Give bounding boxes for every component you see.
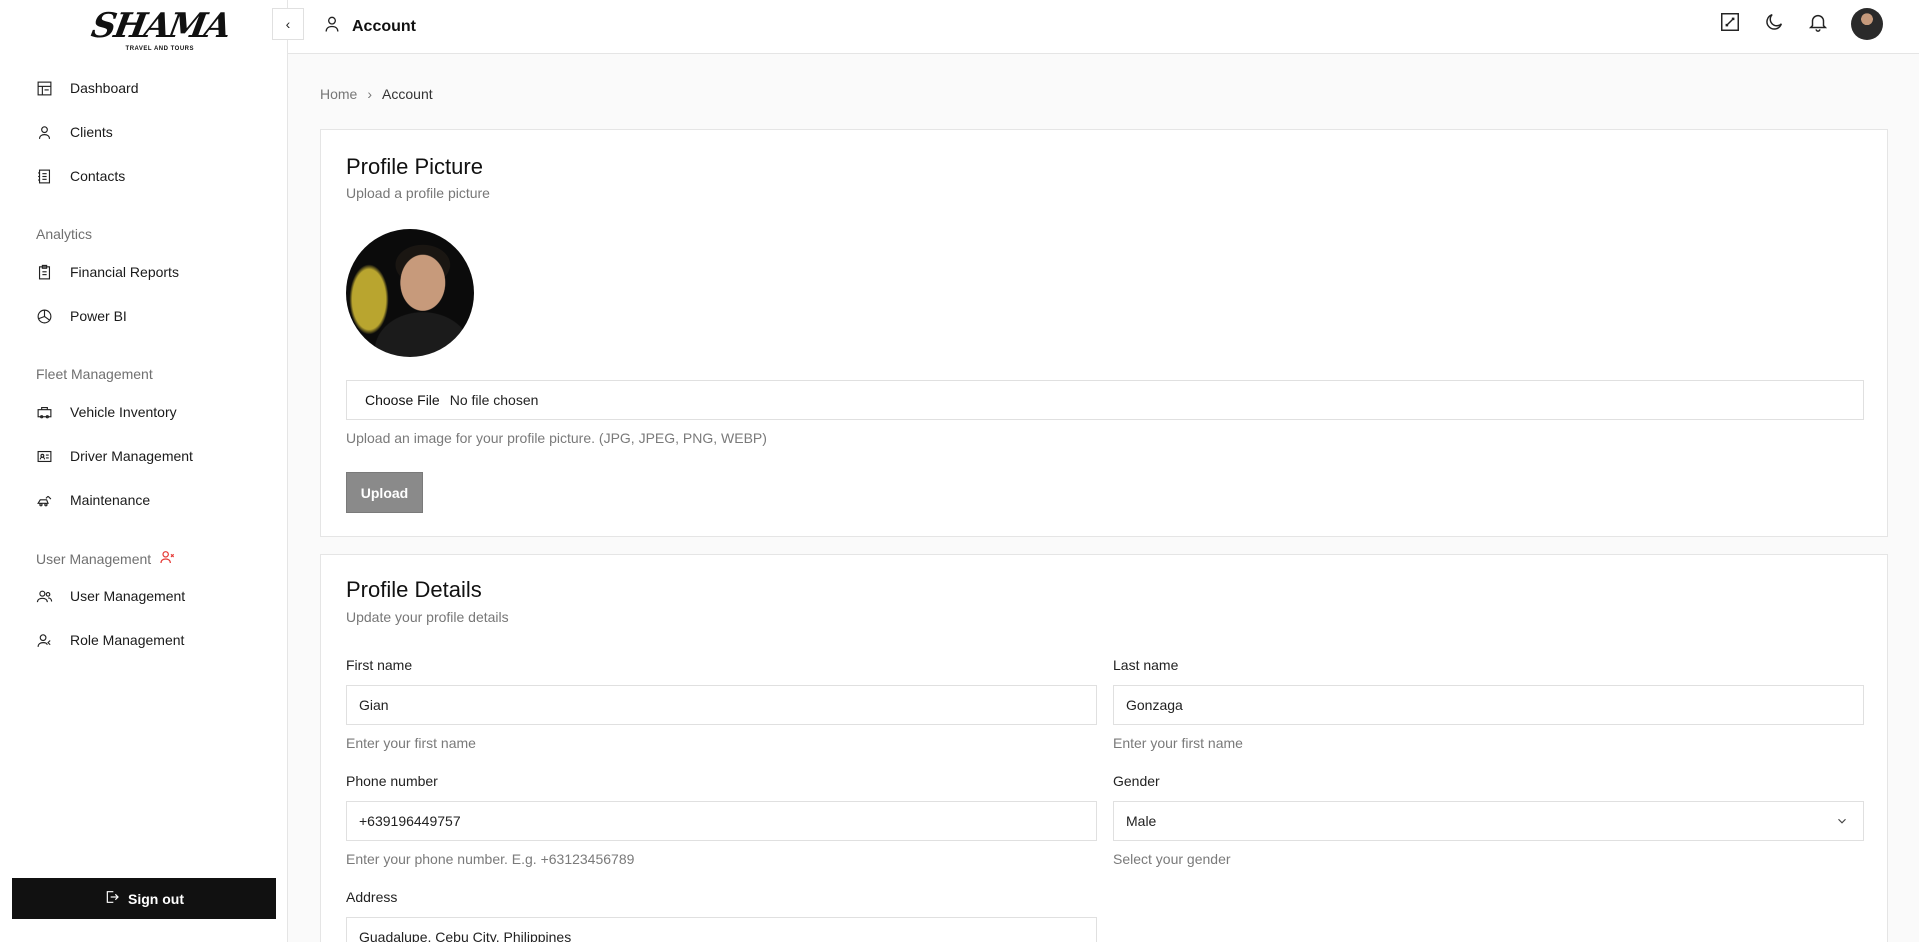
gender-label: Gender <box>1113 773 1160 789</box>
address-input[interactable] <box>359 929 1096 942</box>
sidebar-item-financial-reports[interactable]: Financial Reports <box>35 261 179 283</box>
card-title: Profile Details <box>346 577 482 602</box>
car-icon <box>35 403 53 421</box>
sign-out-label: Sign out <box>128 890 184 907</box>
phone-hint: Enter your phone number. E.g. +631234567… <box>346 851 635 867</box>
sidebar-item-dashboard[interactable]: Dashboard <box>35 77 139 99</box>
top-header: ‹ Account <box>272 0 1919 54</box>
sidebar-item-label: Driver Management <box>70 448 193 464</box>
file-status: No file chosen <box>449 392 539 408</box>
section-title: User Management <box>36 550 152 567</box>
sidebar-item-maintenance[interactable]: Maintenance <box>35 489 150 511</box>
brand-name: SHAMA <box>88 6 233 46</box>
card-subtitle: Update your profile details <box>346 609 509 625</box>
user-icon <box>35 123 53 141</box>
sidebar-item-power-bi[interactable]: Power BI <box>35 305 127 327</box>
first-name-hint: Enter your first name <box>346 735 476 751</box>
sidebar-item-label: User Management <box>70 588 186 604</box>
chevron-down-icon <box>1838 818 1846 824</box>
choose-file-button[interactable]: Choose File <box>365 392 440 408</box>
sidebar-item-driver-management[interactable]: Driver Management <box>35 445 193 467</box>
fullscreen-icon[interactable] <box>1719 11 1741 38</box>
last-name-hint: Enter your first name <box>1113 735 1243 751</box>
sidebar-item-label: Power BI <box>70 308 127 324</box>
section-title: Analytics <box>36 226 93 242</box>
user-avatar[interactable] <box>1851 8 1883 40</box>
phone-field[interactable] <box>346 801 1097 841</box>
breadcrumb-separator: › <box>367 86 373 102</box>
dashboard-icon <box>35 79 53 97</box>
section-fleet: Fleet Management <box>36 366 153 382</box>
sidebar-item-label: Contacts <box>70 168 126 184</box>
last-name-field[interactable] <box>1113 685 1864 725</box>
collapse-sidebar-button[interactable]: ‹ <box>272 8 304 40</box>
wrench-car-icon <box>35 491 53 509</box>
phone-input[interactable] <box>359 813 1096 829</box>
chevron-left-icon: ‹ <box>285 16 291 32</box>
contacts-icon <box>35 167 53 185</box>
id-card-icon <box>35 447 53 465</box>
upload-button[interactable]: Upload <box>346 472 423 513</box>
sidebar-item-vehicle-inventory[interactable]: Vehicle Inventory <box>35 401 177 423</box>
sidebar-item-label: Dashboard <box>70 80 139 96</box>
user-icon <box>322 14 342 39</box>
gender-select[interactable]: Male <box>1113 801 1864 841</box>
section-user-management: User Management <box>36 549 175 568</box>
brand-tagline: TRAVEL AND TOURS <box>125 46 194 52</box>
page-title-text: Account <box>352 17 416 35</box>
address-field[interactable] <box>346 917 1097 942</box>
sidebar-item-role-management[interactable]: Role Management <box>35 629 184 651</box>
sidebar-item-label: Role Management <box>70 632 185 648</box>
brand-logo[interactable]: SHAMA TRAVEL AND TOURS <box>88 6 232 52</box>
breadcrumb-home[interactable]: Home <box>320 86 357 102</box>
user-alert-icon <box>159 549 175 568</box>
chart-pie-icon <box>35 307 53 325</box>
sign-out-icon <box>104 889 120 908</box>
address-label: Address <box>346 889 398 905</box>
last-name-input[interactable] <box>1126 697 1863 713</box>
profile-avatar <box>346 229 474 357</box>
sidebar-item-label: Clients <box>70 124 113 140</box>
clipboard-icon <box>35 263 53 281</box>
upload-hint: Upload an image for your profile picture… <box>346 430 767 446</box>
first-name-field[interactable] <box>346 685 1097 725</box>
profile-details-card: Profile Details Update your profile deta… <box>320 554 1888 942</box>
card-title: Profile Picture <box>346 154 483 179</box>
sign-out-button[interactable]: Sign out <box>12 878 276 919</box>
header-actions <box>1719 8 1883 40</box>
sidebar-item-user-management[interactable]: User Management <box>35 585 185 607</box>
first-name-input[interactable] <box>359 697 1096 713</box>
sidebar-item-clients[interactable]: Clients <box>35 121 113 143</box>
breadcrumb-current: Account <box>382 86 433 102</box>
card-subtitle: Upload a profile picture <box>346 185 490 201</box>
page-title: Account <box>322 14 416 39</box>
users-icon <box>35 587 53 605</box>
sidebar-item-label: Vehicle Inventory <box>70 404 177 420</box>
sidebar-item-contacts[interactable]: Contacts <box>35 165 125 187</box>
gender-value: Male <box>1126 813 1157 829</box>
gender-hint: Select your gender <box>1113 851 1231 867</box>
sidebar-item-label: Financial Reports <box>70 264 179 280</box>
notification-bell-icon[interactable] <box>1807 11 1829 38</box>
profile-picture-card: Profile Picture Upload a profile picture… <box>320 129 1888 537</box>
dark-mode-icon[interactable] <box>1763 11 1785 38</box>
file-input[interactable]: Choose File No file chosen <box>346 380 1864 420</box>
user-role-icon <box>35 631 53 649</box>
last-name-label: Last name <box>1113 657 1179 673</box>
section-analytics: Analytics <box>36 226 92 242</box>
first-name-label: First name <box>346 657 413 673</box>
section-title: Fleet Management <box>36 366 153 382</box>
breadcrumb: Home › Account <box>320 86 433 102</box>
sidebar: SHAMA TRAVEL AND TOURS Dashboard Clients… <box>0 0 288 942</box>
phone-label: Phone number <box>346 773 438 789</box>
sidebar-item-label: Maintenance <box>70 492 151 508</box>
